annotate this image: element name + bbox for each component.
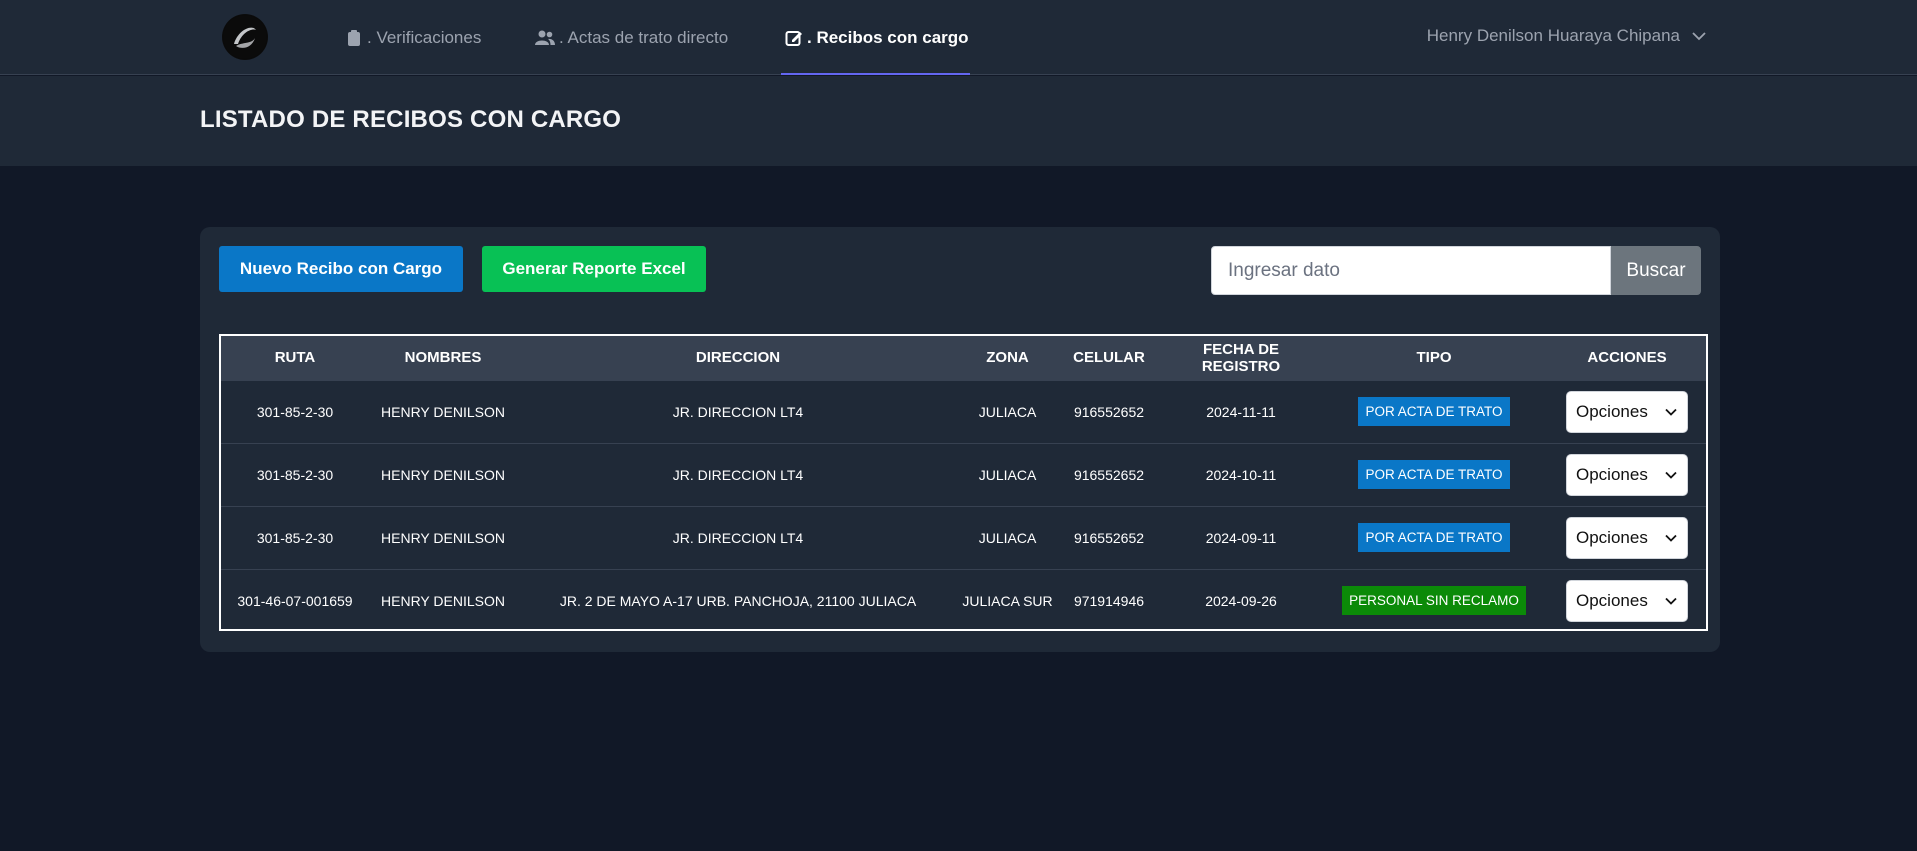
opciones-label: Opciones	[1576, 527, 1648, 547]
chevron-down-icon	[1665, 534, 1677, 542]
top-navbar: . Verificaciones . Actas de trato direct…	[0, 0, 1917, 75]
cell-direccion: JR. 2 DE MAYO A-17 URB. PANCHOJA, 21100 …	[559, 592, 917, 609]
header-fecha[interactable]: FECHA DE REGISTRO	[1162, 336, 1320, 380]
page-title: LISTADO DE RECIBOS CON CARGO	[200, 106, 622, 133]
cell-fecha: 2024-09-26	[1205, 592, 1277, 609]
cell-nombres: HENRY DENILSON	[381, 403, 505, 420]
search-input[interactable]	[1211, 246, 1611, 295]
cell-direccion: JR. DIRECCION LT4	[672, 466, 804, 483]
tipo-badge: POR ACTA DE TRATO	[1358, 523, 1510, 552]
nav-link-verificaciones[interactable]: . Verificaciones	[345, 0, 481, 75]
cell-fecha: 2024-10-11	[1205, 466, 1277, 483]
cell-acciones: Opciones	[1548, 569, 1706, 632]
clipboard-icon	[348, 29, 360, 46]
generate-report-button[interactable]: Generar Reporte Excel	[482, 246, 706, 292]
chevron-down-icon	[1665, 597, 1677, 605]
opciones-dropdown[interactable]: Opciones	[1566, 516, 1688, 559]
cell-celular: 916552652	[1073, 403, 1145, 420]
cell-celular: 916552652	[1073, 529, 1145, 546]
user-name: Henry Denilson Huaraya Chipana	[1426, 26, 1680, 45]
app-logo[interactable]	[222, 14, 268, 60]
nav-link-recibos[interactable]: . Recibos con cargo	[781, 0, 970, 75]
opciones-label: Opciones	[1576, 590, 1648, 610]
cell-tipo: POR ACTA DE TRATO	[1320, 443, 1548, 506]
cell-ruta: 301-85-2-30	[256, 466, 334, 483]
recibos-card: Nuevo Recibo con Cargo Generar Reporte E…	[200, 227, 1720, 652]
table-row[interactable]: 301-46-07-001659 HENRY DENILSON JR. 2 DE…	[221, 569, 1706, 632]
table-row[interactable]: 301-85-2-30 HENRY DENILSON JR. DIRECCION…	[221, 506, 1706, 569]
search-button[interactable]: Buscar	[1611, 246, 1701, 295]
nav-label: . Actas de trato directo	[559, 27, 729, 47]
cell-acciones: Opciones	[1548, 506, 1706, 569]
opciones-label: Opciones	[1576, 401, 1648, 421]
cell-zona: JULIACA SUR	[962, 592, 1053, 609]
cell-acciones: Opciones	[1548, 380, 1706, 443]
header-tipo[interactable]: TIPO	[1320, 336, 1548, 380]
cell-tipo: POR ACTA DE TRATO	[1320, 506, 1548, 569]
tipo-badge: PERSONAL SIN RECLAMO	[1342, 586, 1526, 616]
cell-zona: JULIACA	[978, 529, 1037, 546]
chevron-down-icon	[1665, 408, 1677, 416]
cell-celular: 916552652	[1073, 466, 1145, 483]
cell-tipo: PERSONAL SIN RECLAMO	[1320, 569, 1548, 632]
tipo-badge: POR ACTA DE TRATO	[1358, 460, 1510, 489]
cell-nombres: HENRY DENILSON	[381, 592, 505, 609]
tipo-badge: POR ACTA DE TRATO	[1358, 397, 1510, 426]
opciones-dropdown[interactable]: Opciones	[1566, 579, 1688, 622]
cell-fecha: 2024-11-11	[1206, 403, 1276, 420]
chevron-down-icon	[1665, 471, 1677, 479]
users-icon	[535, 30, 555, 45]
cell-celular: 971914946	[1073, 592, 1145, 609]
cell-ruta: 301-85-2-30	[256, 529, 334, 546]
cell-nombres: HENRY DENILSON	[381, 529, 505, 546]
header-nombres[interactable]: NOMBRES	[369, 336, 517, 380]
cell-fecha: 2024-09-11	[1205, 529, 1277, 546]
nav-label: . Recibos con cargo	[807, 27, 969, 47]
opciones-dropdown[interactable]: Opciones	[1566, 453, 1688, 496]
header-acciones: ACCIONES	[1587, 349, 1667, 367]
table-header-row: RUTA NOMBRES DIRECCION ZONA CELULAR FECH…	[221, 336, 1706, 380]
nav-label: . Verificaciones	[367, 27, 482, 47]
page-header: LISTADO DE RECIBOS CON CARGO	[0, 76, 1917, 166]
header-ruta[interactable]: RUTA	[221, 336, 369, 380]
opciones-label: Opciones	[1576, 464, 1648, 484]
table-row[interactable]: 301-85-2-30 HENRY DENILSON JR. DIRECCION…	[221, 443, 1706, 506]
search-group: Buscar	[1211, 246, 1701, 295]
cell-direccion: JR. DIRECCION LT4	[672, 529, 804, 546]
cell-acciones: Opciones	[1548, 443, 1706, 506]
header-zona[interactable]: ZONA	[959, 336, 1056, 380]
recibos-table: RUTA NOMBRES DIRECCION ZONA CELULAR FECH…	[219, 334, 1708, 631]
cell-ruta: 301-46-07-001659	[237, 592, 353, 609]
cell-zona: JULIACA	[978, 403, 1037, 420]
header-celular[interactable]: CELULAR	[1056, 336, 1162, 380]
cell-direccion: JR. DIRECCION LT4	[672, 403, 804, 420]
chevron-down-icon	[1692, 32, 1706, 41]
cell-nombres: HENRY DENILSON	[381, 466, 505, 483]
edit-icon	[785, 30, 802, 46]
cell-ruta: 301-85-2-30	[256, 403, 334, 420]
cell-tipo: POR ACTA DE TRATO	[1320, 380, 1548, 443]
user-menu[interactable]: Henry Denilson Huaraya Chipana	[1427, 0, 1706, 72]
header-direccion[interactable]: DIRECCION	[517, 336, 959, 380]
nav-link-actas[interactable]: . Actas de trato directo	[535, 0, 728, 75]
new-recibo-button[interactable]: Nuevo Recibo con Cargo	[219, 246, 463, 292]
opciones-dropdown[interactable]: Opciones	[1566, 390, 1688, 433]
table-row[interactable]: 301-85-2-30 HENRY DENILSON JR. DIRECCION…	[221, 380, 1706, 443]
cell-zona: JULIACA	[978, 466, 1037, 483]
